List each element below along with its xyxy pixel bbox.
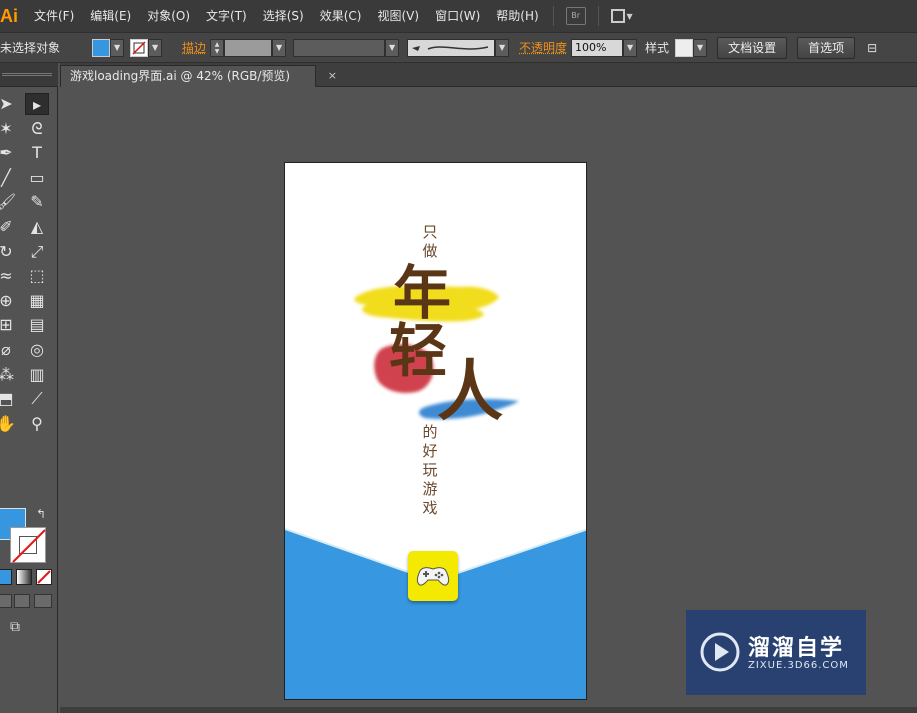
column-graph-tool-icon[interactable]: ▥ [25, 364, 49, 386]
menu-type[interactable]: 文字(T) [198, 0, 255, 32]
blob-brush-tool-icon[interactable]: ✐ [0, 216, 18, 238]
stroke-dropdown[interactable]: ▼ [148, 38, 163, 57]
horizontal-scrollbar[interactable] [60, 707, 917, 713]
stroke-weight-field[interactable] [224, 38, 273, 57]
menu-window[interactable]: 窗口(W) [427, 0, 488, 32]
perspective-grid-tool-icon[interactable]: ▦ [25, 290, 49, 312]
arrange-documents-icon [610, 9, 625, 23]
menu-view[interactable]: 视图(V) [369, 0, 427, 32]
stroke-weight-stepper[interactable]: ▲ ▼ [210, 38, 225, 57]
menu-bar: Ai 文件(F) 编辑(E) 对象(O) 文字(T) 选择(S) 效果(C) 视… [0, 0, 917, 32]
screen-mode-button[interactable]: ⧉ [10, 619, 32, 635]
brush-definition-field[interactable] [407, 38, 496, 57]
document-tab[interactable]: 游戏loading界面.ai @ 42% (RGB/预览) × [60, 65, 337, 87]
swap-fill-stroke-icon[interactable]: ↰ [36, 507, 46, 521]
draw-inside-button[interactable] [34, 594, 52, 608]
gradient-tool-icon[interactable]: ▤ [25, 314, 49, 336]
play-logo-icon [700, 632, 740, 672]
zoom-tool-icon[interactable]: ⚲ [25, 413, 49, 435]
blue-band-shape [285, 528, 586, 699]
chevron-down-icon: ▼ [626, 11, 633, 21]
free-transform-tool-icon[interactable]: ⬚ [25, 265, 49, 287]
arrange-documents-button[interactable]: ▼ [610, 7, 633, 25]
variable-width-dropdown[interactable]: ▼ [385, 38, 400, 57]
tools-panel-header[interactable] [0, 63, 58, 87]
stroke-label[interactable]: 描边 [178, 39, 210, 56]
preferences-button[interactable]: 首选项 [797, 36, 856, 59]
selection-status: 未选择对象 [0, 41, 61, 55]
paintbrush-tool-icon[interactable]: 🖌 [0, 191, 18, 213]
close-tab-icon[interactable]: × [328, 66, 337, 86]
panel-grip[interactable] [2, 73, 52, 76]
symbol-sprayer-tool-icon[interactable]: ⁂ [0, 364, 18, 386]
lasso-tool-icon[interactable]: ᘓ [25, 118, 49, 140]
opacity-field[interactable]: 100% [571, 38, 624, 57]
opacity-dropdown[interactable]: ▼ [623, 38, 638, 57]
none-mode-button[interactable] [36, 569, 52, 585]
no-stroke-icon [132, 40, 146, 55]
type-tool-icon[interactable]: T [25, 142, 49, 164]
document-tab-bar: 游戏loading界面.ai @ 42% (RGB/预览) × [60, 63, 917, 87]
eraser-tool-icon[interactable]: ◭ [25, 216, 49, 238]
tools-panel: ➤ ▸ ✶ ᘓ ✒ T ╱ ▭ 🖌 ✎ ✐ ◭ ↻ ⤢ ≈ ⬚ ⊕ ▦ ⊞ ▤ ⌀ ◎ ⁂ ▥ ⬒ ⟋ ✋ ⚲ ↰ ⧉ [0, 63, 58, 713]
bridge-button[interactable]: Br [565, 7, 586, 25]
rotate-tool-icon[interactable]: ↻ [0, 241, 18, 263]
line-segment-tool-icon[interactable]: ╱ [0, 167, 18, 189]
document-setup-button[interactable]: 文档设置 [717, 36, 788, 59]
fill-dropdown[interactable]: ▼ [110, 38, 125, 57]
stroke-weight-dropdown[interactable]: ▼ [272, 38, 287, 57]
hand-tool-icon[interactable]: ✋ [0, 413, 18, 435]
direct-selection-tool-icon[interactable]: ▸ [25, 93, 49, 115]
eyedropper-tool-icon[interactable]: ⌀ [0, 339, 18, 361]
stroke-swatch[interactable] [10, 527, 46, 563]
no-stroke-icon [12, 529, 46, 563]
menu-divider [552, 6, 554, 26]
brush-dropdown[interactable]: ▼ [495, 38, 510, 57]
app-logo: Ai [0, 6, 18, 26]
menu-effect[interactable]: 效果(C) [312, 0, 370, 32]
draw-normal-button[interactable] [0, 594, 12, 608]
warp-tool-icon[interactable]: ≈ [0, 265, 18, 287]
style-dropdown[interactable]: ▼ [693, 38, 708, 57]
game-controller-app-icon[interactable] [408, 551, 458, 601]
control-bar: 未选择对象 ▼ ▼ 描边 ▲ ▼ ▼ ▼ ▼ 不透明度 100% ▼ 样式 ▼ 文… [0, 32, 917, 63]
artboard-tool-icon[interactable]: ⬒ [0, 388, 18, 410]
mesh-tool-icon[interactable]: ⊞ [0, 314, 18, 336]
style-label: 样式 [645, 41, 670, 55]
align-panel-icon[interactable]: ⊟ [867, 41, 877, 55]
blend-tool-icon[interactable]: ◎ [25, 339, 49, 361]
selection-tool-icon[interactable]: ➤ [0, 93, 18, 115]
gradient-mode-button[interactable] [16, 569, 32, 585]
watermark-subtitle: ZIXUE.3D66.COM [748, 660, 849, 671]
menu-object[interactable]: 对象(O) [139, 0, 198, 32]
opacity-label[interactable]: 不透明度 [515, 39, 571, 56]
stroke-color-swatch[interactable] [130, 38, 149, 57]
graphic-style-swatch[interactable] [675, 38, 694, 57]
menu-help[interactable]: 帮助(H) [488, 0, 546, 32]
slice-tool-icon[interactable]: ⟋ [25, 388, 49, 410]
menu-file[interactable]: 文件(F) [26, 0, 82, 32]
watermark-title: 溜溜自学 [748, 636, 845, 661]
menu-select[interactable]: 选择(S) [255, 0, 312, 32]
menu-divider [597, 6, 599, 26]
pen-tool-icon[interactable]: ✒ [0, 142, 18, 164]
menu-edit[interactable]: 编辑(E) [82, 0, 139, 32]
variable-width-field[interactable] [293, 38, 386, 57]
gamepad-icon [416, 567, 450, 586]
scale-tool-icon[interactable]: ⤢ [25, 241, 49, 263]
fill-color-swatch[interactable] [92, 38, 111, 57]
brush-stroke-icon [412, 45, 489, 51]
shape-builder-tool-icon[interactable]: ⊕ [0, 290, 18, 312]
canvas-area[interactable]: 只 做 年 轻 人 的 好 玩 游 戏 溜溜自学 ZIXUE.3D66.COM [60, 87, 917, 713]
document-tab-title: 游戏loading界面.ai @ 42% (RGB/预览) [70, 69, 291, 83]
magic-wand-tool-icon[interactable]: ✶ [0, 118, 18, 140]
draw-behind-button[interactable] [14, 594, 30, 608]
watermark-badge: 溜溜自学 ZIXUE.3D66.COM [686, 610, 866, 695]
color-mode-button[interactable] [0, 569, 12, 585]
none-icon [37, 570, 51, 584]
pencil-tool-icon[interactable]: ✎ [25, 191, 49, 213]
rectangle-tool-icon[interactable]: ▭ [25, 167, 49, 189]
artboard[interactable]: 只 做 年 轻 人 的 好 玩 游 戏 [284, 162, 587, 700]
